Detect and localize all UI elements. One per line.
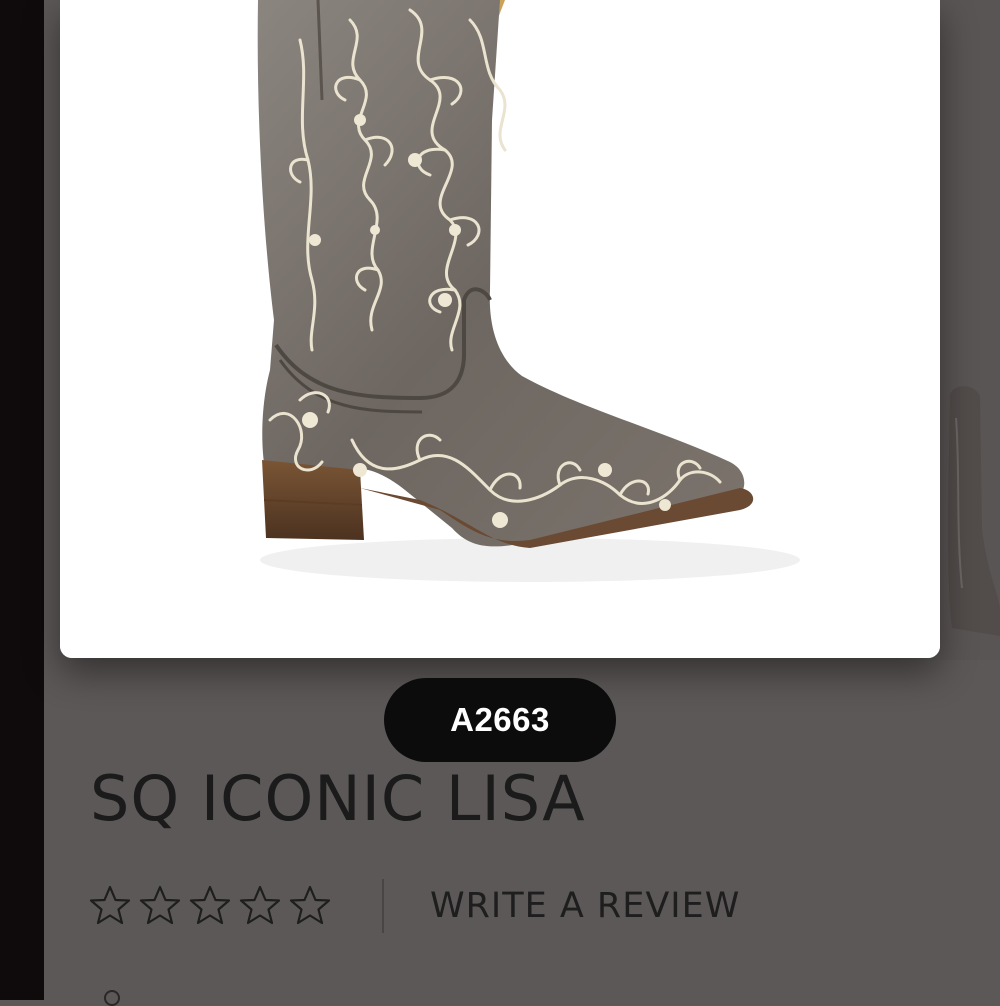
product-boot-image (60, 0, 940, 658)
star-outline-icon[interactable] (88, 884, 132, 928)
sku-badge: A2663 (384, 678, 616, 762)
write-review-link[interactable]: WRITE A REVIEW (430, 886, 740, 926)
rating-row: WRITE A REVIEW (88, 876, 740, 936)
product-title: SQ ICONIC LISA (90, 762, 586, 835)
sku-label: A2663 (450, 701, 550, 738)
next-product-boot-image (948, 386, 1000, 636)
star-outline-icon[interactable] (188, 884, 232, 928)
star-rating[interactable] (88, 884, 332, 928)
star-outline-icon[interactable] (138, 884, 182, 928)
left-edge-strip (0, 0, 44, 1000)
star-outline-icon[interactable] (288, 884, 332, 928)
circle-icon (104, 990, 120, 1006)
product-image-card[interactable] (60, 0, 940, 658)
star-outline-icon[interactable] (238, 884, 282, 928)
rating-divider (382, 879, 384, 933)
